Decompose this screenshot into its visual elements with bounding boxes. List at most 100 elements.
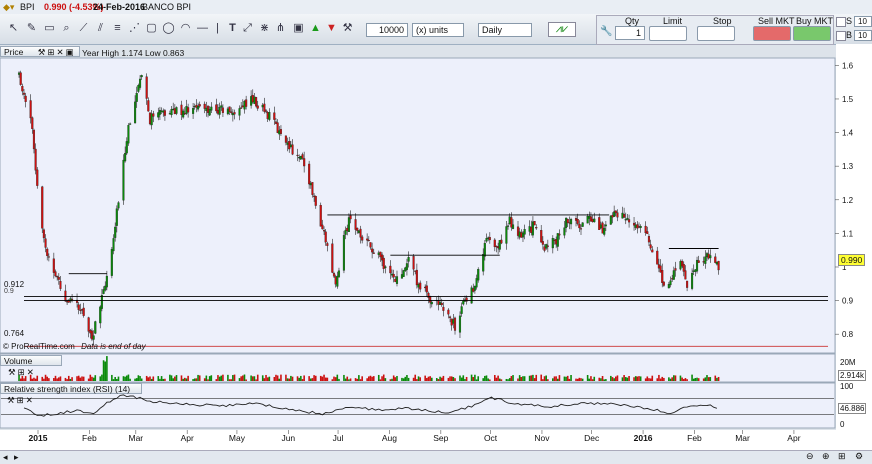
last-price-tag: 0.990 [838,254,866,266]
volume-bar [36,375,39,381]
arc-icon[interactable]: ◠ [179,22,192,35]
settings-icon[interactable]: ⚙ [855,451,863,462]
ellipse-icon[interactable]: ◯ [162,22,175,35]
volume-bar [298,377,300,381]
chart-type-icon[interactable]: ⩘⩗ [548,22,576,37]
limit-field[interactable] [649,26,687,41]
candle-body [576,218,579,224]
zoom-out-icon[interactable]: ⊖ [806,451,814,462]
rsi-last-tag: 46.886 [838,403,867,414]
measure-icon[interactable]: ⤢ [241,22,254,35]
volume-bar [404,376,407,381]
horizontal-line-icon[interactable]: — [196,22,209,35]
volume-bar [412,377,415,381]
volume-bar [255,379,257,381]
candle-body [361,236,364,241]
volume-bar [228,379,231,381]
panel-tools-icon[interactable]: ⚒⊞✕▣ [38,47,76,57]
candle-body [531,221,534,236]
box-icon[interactable]: ▣ [292,22,305,35]
candle-body [274,121,278,124]
candle-body [367,240,370,242]
pitchfork-icon[interactable]: ⋔ [274,22,287,35]
fit-icon[interactable]: ⊞ [838,451,846,462]
sell-button[interactable] [753,26,791,41]
rectangle-icon[interactable]: ▢ [145,22,158,35]
trendline-icon[interactable]: ⟋ [77,22,90,35]
volume-bar [406,375,408,381]
gann-icon[interactable]: ⋇ [258,22,271,35]
volume-bar [372,376,375,381]
x-tick-label: Mar [128,433,143,443]
s-value[interactable]: 10 [854,16,872,27]
volume-bar [581,378,584,381]
text-icon[interactable]: T [226,22,239,35]
candle-body [419,282,422,290]
volume-bar [452,377,455,381]
candle-body [372,252,375,254]
volume-bar [159,378,161,381]
volume-bar [296,376,299,381]
qty-field[interactable]: 1 [615,26,645,40]
candle-body [276,122,279,133]
candle-body [511,224,515,229]
candle-body [173,108,176,115]
pencil-icon[interactable]: ✎ [25,22,38,35]
volume-bar [89,374,92,381]
stop-field[interactable] [697,26,735,41]
arrow-icon[interactable]: ◆▾ [3,2,14,13]
zoom-in-icon[interactable]: ⊕ [822,451,830,462]
b-checkbox[interactable] [836,31,846,41]
volume-bar [601,376,604,381]
volume-bar [87,378,90,381]
scroll-right-icon[interactable]: ▸ [14,452,19,463]
volume-bar [33,377,35,381]
toolbar: ↖ ✎ ▭ ⌕ ⟋ ⫽ ≡ ⋰ ▢ ◯ ◠ — | T ⤢ ⋇ ⋔ ▣ ▲ ▼ … [0,14,872,45]
candle-body [649,244,652,249]
volume-bar [575,378,577,381]
volume-bar [187,375,189,381]
quantity-input[interactable]: 10000 [366,23,408,37]
cursor-icon[interactable]: ↖ [7,22,20,35]
volume-bar [242,375,244,381]
candle-body [412,256,415,270]
alert-icon[interactable]: ⚒ [341,22,354,35]
candle-body [253,96,256,104]
bottom-scrollbar[interactable]: ◂ ▸ ⊖ ⊕ ⊞ ⚙ [0,450,872,464]
units-select[interactable]: (x) units [412,23,464,37]
candle-body [558,233,561,236]
up-arrow-icon[interactable]: ▲ [309,22,322,35]
volume-bar [510,376,513,381]
volume-bar [656,378,659,381]
volume-bar [238,378,241,381]
scroll-left-icon[interactable]: ◂ [3,452,8,463]
rsi-tools-icon[interactable]: ⚒⊞✕ [7,395,35,405]
volume-bar [180,375,183,381]
candle-body [145,76,148,99]
ruler-icon[interactable]: ▭ [43,22,56,35]
candle-body [632,222,636,226]
candle-body [439,302,442,305]
buy-button[interactable] [793,26,831,41]
volume-bar [464,379,466,381]
channel-icon[interactable]: ⫽ [94,22,107,35]
zoom-icon[interactable]: ⌕ [60,22,73,35]
b-value[interactable]: 10 [854,30,872,41]
candle-body [377,252,380,255]
volume-bar [152,376,155,381]
s-checkbox[interactable] [836,17,846,27]
volume-tools-icon[interactable]: ⚒⊞✕ [8,367,36,377]
candle-body [215,104,218,112]
price-y-tick-label: 0.8 [842,330,854,339]
fibonacci-icon[interactable]: ≡ [111,22,124,35]
period-select[interactable]: Daily [478,23,532,37]
volume-bar [566,375,569,381]
candle-body [505,226,508,244]
fan-icon[interactable]: ⋰ [128,22,141,35]
candle-body [671,278,674,280]
volume-bar [545,375,547,381]
vertical-line-icon[interactable]: | [211,22,224,35]
wrench-icon[interactable]: 🔧 [600,26,612,37]
down-arrow-icon[interactable]: ▼ [325,22,338,35]
price-y-tick-label: 1.4 [842,129,854,138]
